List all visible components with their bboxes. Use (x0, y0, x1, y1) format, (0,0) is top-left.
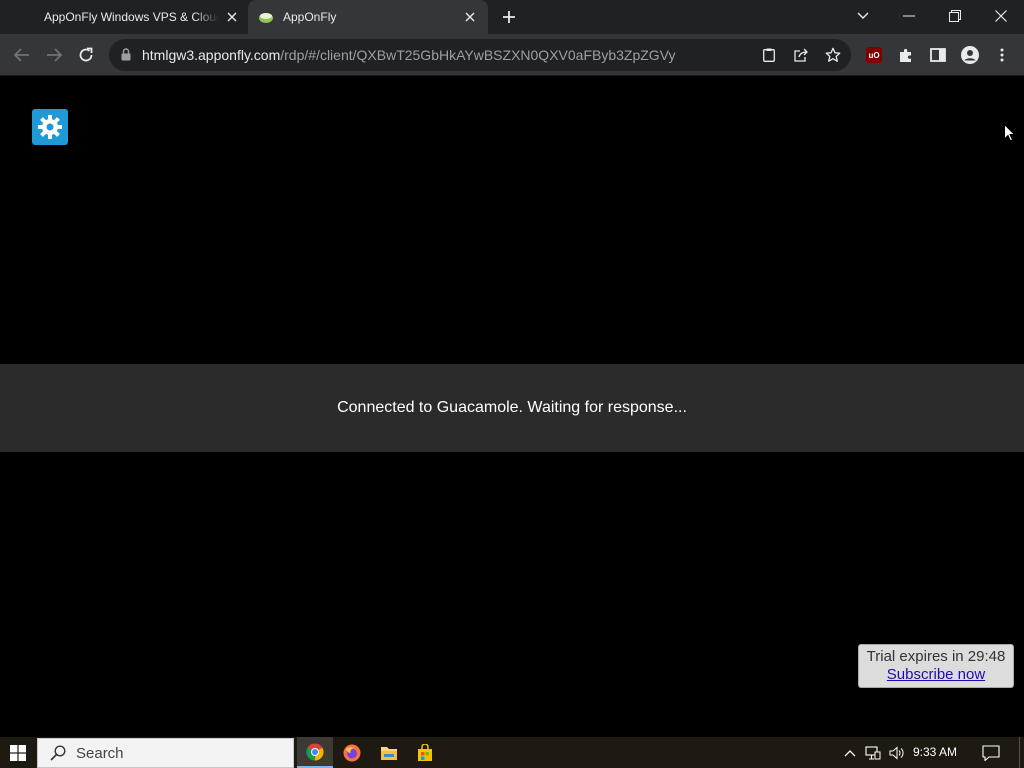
side-panel-icon[interactable] (927, 44, 949, 66)
tab-apponfly-windows-vps[interactable]: AppOnFly Windows VPS & Cloud Desktops (0, 0, 245, 34)
url-path: /rdp/#/client/QXBwT25GbHkAYwBSZXN0QXV0aF… (280, 47, 676, 63)
share-icon[interactable] (790, 45, 812, 65)
tab-search-chevron-icon[interactable] (850, 4, 876, 28)
browser-toolbar: htmlgw3.apponfly.com/rdp/#/client/QXBwT2… (0, 34, 1024, 76)
extensions-puzzle-icon[interactable] (895, 44, 917, 66)
tab-apponfly[interactable]: AppOnFly (248, 0, 488, 34)
new-tab-icon[interactable] (499, 7, 519, 27)
back-arrow-icon[interactable] (9, 43, 35, 67)
tab-title: AppOnFly (283, 10, 337, 24)
reload-icon[interactable] (73, 43, 99, 67)
store-icon[interactable] (407, 737, 443, 768)
ublock-origin-icon[interactable]: uO (863, 44, 885, 66)
close-tab-icon[interactable] (224, 9, 240, 25)
trial-notice: Trial expires in 29:48 Subscribe now (858, 644, 1014, 688)
trial-expiry-text: Trial expires in 29:48 (866, 648, 1006, 665)
taskbar-search-box[interactable]: Search (37, 738, 294, 768)
profile-avatar-icon[interactable] (959, 44, 981, 66)
lock-icon[interactable] (121, 48, 131, 66)
subscribe-now-link[interactable]: Subscribe now (859, 666, 1013, 684)
address-bar[interactable]: htmlgw3.apponfly.com/rdp/#/client/QXBwT2… (109, 39, 851, 71)
connection-status-banner: Connected to Guacamole. Waiting for resp… (0, 364, 1024, 452)
mouse-pointer-icon (1004, 123, 1016, 147)
bookmark-star-icon[interactable] (822, 45, 844, 65)
file-explorer-icon[interactable] (371, 737, 407, 768)
chrome-icon[interactable] (297, 737, 333, 768)
screen: AppOnFly Windows VPS & Cloud Desktops Ap… (0, 0, 1024, 768)
notifications-icon[interactable] (981, 743, 1001, 763)
taskbar-search-placeholder: Search (76, 744, 124, 762)
gear-icon (38, 115, 62, 139)
tab-strip: AppOnFly Windows VPS & Cloud Desktops Ap… (0, 0, 1024, 34)
taskbar-clock[interactable]: 9:33 AM (913, 745, 957, 759)
guacamole-client-viewport[interactable]: Connected to Guacamole. Waiting for resp… (0, 76, 1024, 737)
firefox-icon[interactable] (334, 737, 370, 768)
windows-taskbar: Search 9:33 AM (0, 737, 1024, 768)
show-desktop-button[interactable] (1019, 737, 1020, 768)
search-icon (50, 745, 66, 761)
show-hidden-icons-chevron-icon[interactable] (840, 743, 860, 763)
connection-status-text: Connected to Guacamole. Waiting for resp… (337, 399, 687, 416)
url-host: htmlgw3.apponfly.com (142, 47, 281, 63)
windows-start-icon[interactable] (0, 737, 36, 768)
forward-arrow-icon[interactable] (41, 43, 67, 67)
close-window-icon[interactable] (988, 4, 1014, 28)
apponfly-favicon-icon (258, 10, 274, 24)
tab-title: AppOnFly Windows VPS & Cloud Desktops (44, 10, 219, 24)
network-icon[interactable] (863, 743, 883, 763)
close-tab-icon[interactable] (462, 9, 478, 25)
minimize-icon[interactable] (896, 4, 922, 28)
url-text[interactable]: htmlgw3.apponfly.com/rdp/#/client/QXBwT2… (142, 47, 676, 63)
browser-menu-kebab-icon[interactable] (991, 44, 1013, 66)
restore-icon[interactable] (942, 4, 968, 28)
volume-icon[interactable] (887, 743, 907, 763)
settings-gear-button[interactable] (32, 109, 68, 145)
clipboard-icon[interactable] (758, 45, 780, 65)
